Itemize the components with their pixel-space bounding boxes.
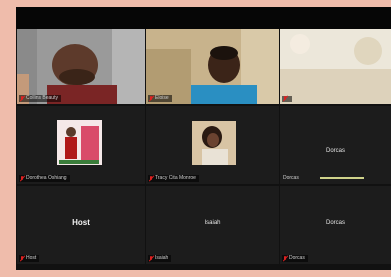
participant-avatar <box>192 121 236 165</box>
meeting-top-bar <box>16 7 391 29</box>
participant-center-name: Isaiah <box>204 220 221 226</box>
participant-nameplate: Dorcas <box>282 255 308 262</box>
muted-mic-icon <box>283 96 287 102</box>
participant-name: Dorcas <box>283 175 299 181</box>
participant-center-name: Dorcas <box>325 148 345 154</box>
participant-name: Tracy Cita Monroe <box>155 175 196 181</box>
participant-name: Collins Beauty <box>26 95 58 101</box>
participant-nameplate: Tracy Cita Monroe <box>148 175 199 182</box>
participant-nameplate: Collins Beauty <box>19 95 61 102</box>
participant-tile-video-3[interactable] <box>280 29 391 104</box>
participant-tile-name-1[interactable]: Dorcas Dorcas <box>280 106 391 184</box>
meeting-window: Collins Beauty Eloise Dorothea Oshiang T… <box>16 7 391 270</box>
participant-tile-host[interactable]: Host Host <box>17 186 145 264</box>
participant-name: Isaiah <box>155 255 169 261</box>
muted-mic-icon <box>20 95 24 102</box>
participant-avatar <box>57 120 102 165</box>
participant-name: Dorothea Oshiang <box>26 175 67 181</box>
participant-name: Eloise <box>155 95 169 101</box>
participant-video-feed <box>146 29 279 104</box>
participant-tile-avatar-2[interactable]: Tracy Cita Monroe <box>146 106 279 184</box>
participant-video-feed <box>280 29 391 104</box>
participant-nameplate: Dorothea Oshiang <box>19 175 70 182</box>
participant-center-name: Dorcas <box>325 220 345 226</box>
participant-tile-name-2[interactable]: Isaiah Isaiah <box>146 186 279 264</box>
muted-mic-icon <box>283 255 287 262</box>
muted-mic-icon <box>20 255 24 262</box>
participant-nameplate: Host <box>19 255 40 262</box>
participant-video-feed <box>17 29 145 104</box>
muted-mic-icon <box>149 175 153 182</box>
participant-name: Dorcas <box>289 255 305 261</box>
participant-tile-name-3[interactable]: Dorcas Dorcas <box>280 186 391 264</box>
participant-center-name: Host <box>72 218 90 227</box>
muted-mic-icon <box>20 175 24 182</box>
participant-nameplate <box>282 96 292 102</box>
participant-nameplate: Dorcas <box>282 175 302 182</box>
participant-tile-video-1[interactable]: Collins Beauty <box>17 29 145 104</box>
active-speaker-indicator <box>320 177 364 179</box>
muted-mic-icon <box>149 255 153 262</box>
participant-nameplate: Eloise <box>148 95 172 102</box>
muted-mic-icon <box>149 95 153 102</box>
participant-nameplate: Isaiah <box>148 255 172 262</box>
participant-name: Host <box>26 255 37 261</box>
participant-tile-video-2[interactable]: Eloise <box>146 29 279 104</box>
participant-tile-avatar-1[interactable]: Dorothea Oshiang <box>17 106 145 184</box>
